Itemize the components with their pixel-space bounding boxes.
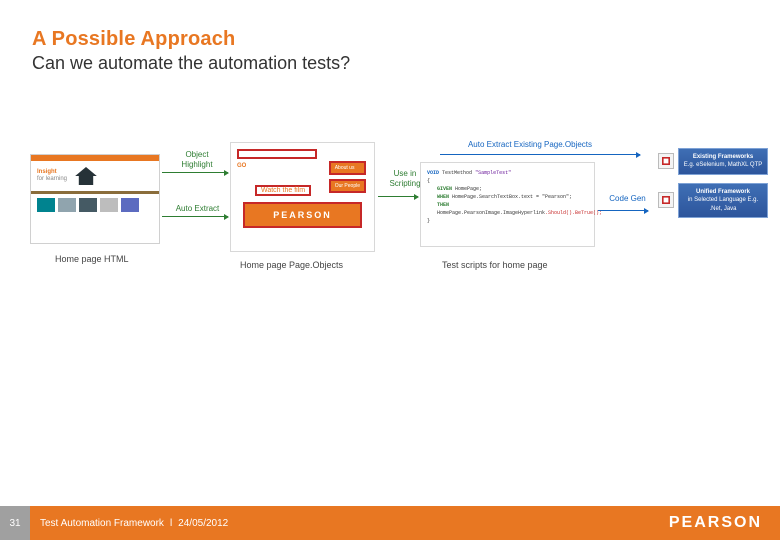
image-placeholder-icon bbox=[658, 192, 674, 208]
watch-film-link: Watch the film bbox=[255, 185, 311, 196]
existing-sub: E.g. eSelenium, MathXL QTP bbox=[682, 161, 764, 169]
right-buttons: About us Our People bbox=[329, 161, 366, 193]
panel2-caption: Home page Page.Objects bbox=[240, 260, 343, 270]
existing-frameworks-box: Existing Frameworks E.g. eSelenium, Math… bbox=[678, 148, 768, 175]
unified-sub: in Selected Language E.g. .Net, Java bbox=[682, 196, 764, 213]
label-auto-extract-existing: Auto Extract Existing Page.Objects bbox=[460, 140, 600, 150]
kw-given: GIVEN bbox=[437, 186, 452, 192]
search-box-highlight bbox=[237, 149, 317, 159]
l3-m1: .Should() bbox=[545, 210, 572, 216]
existing-frameworks-row: Existing Frameworks E.g. eSelenium, Math… bbox=[658, 148, 768, 175]
arrow-object-highlight bbox=[162, 172, 228, 173]
test-script-panel: VOID TestMethod "SampleTest" { GIVEN Hom… bbox=[420, 162, 595, 247]
panel3-caption: Test scripts for home page bbox=[442, 260, 548, 270]
footer-bar: 31 Test Automation Framework l 24/05/201… bbox=[0, 506, 780, 540]
thumb-5 bbox=[121, 198, 139, 212]
kw-then: THEN bbox=[437, 202, 449, 208]
title-block: A Possible Approach Can we automate the … bbox=[0, 0, 780, 74]
label-auto-extract: Auto Extract bbox=[170, 204, 225, 214]
existing-title: Existing Frameworks bbox=[682, 153, 764, 161]
l2-rest: HomePage.SearchTextBox.text = "Pearson"; bbox=[449, 194, 572, 200]
pearson-logo-block: PEARSON bbox=[243, 202, 362, 228]
label-object-highlight: Object Highlight bbox=[172, 150, 222, 169]
footer-text: Test Automation Framework bbox=[40, 518, 164, 529]
code-signature: VOID TestMethod "SampleTest" bbox=[427, 169, 588, 177]
kw-when: WHEN bbox=[437, 194, 449, 200]
slide-title: A Possible Approach bbox=[32, 28, 748, 51]
brand-line2: for learning bbox=[37, 176, 67, 183]
arrow-code-gen bbox=[598, 210, 648, 211]
l3-mid: HomePage.PearsonImage.ImageHyperlink bbox=[437, 210, 545, 216]
label-use-in-scripting: Use in Scripting bbox=[385, 169, 425, 188]
frameworks-column: Existing Frameworks E.g. eSelenium, Math… bbox=[658, 148, 768, 218]
page-objects-panel: GO About us Our People Watch the film PE… bbox=[230, 142, 375, 252]
code-line-2: WHEN HomePage.SearchTextBox.text = "Pear… bbox=[427, 193, 588, 201]
label-code-gen: Code Gen bbox=[605, 194, 650, 204]
thumbnail-brand: Insight for learning bbox=[37, 169, 67, 182]
method-name: TestMethod bbox=[442, 170, 472, 176]
arrow-auto-extract-existing bbox=[440, 154, 640, 155]
unified-framework-box: Unified Framework in Selected Language E… bbox=[678, 183, 768, 218]
arrow-auto-extract bbox=[162, 216, 228, 217]
thumbnail-brand-row: Insight for learning bbox=[31, 161, 159, 187]
unified-framework-row: Unified Framework in Selected Language E… bbox=[658, 183, 768, 218]
method-arg: "SampleTest" bbox=[475, 170, 511, 176]
thumb-3 bbox=[79, 198, 97, 212]
code-line-1: GIVEN HomePage; bbox=[427, 185, 588, 193]
footer-date: 24/05/2012 bbox=[178, 518, 228, 529]
page-number: 31 bbox=[0, 506, 30, 540]
home-page-thumbnail: Insight for learning bbox=[30, 154, 160, 244]
house-icon bbox=[75, 167, 97, 185]
image-placeholder-icon bbox=[658, 153, 674, 169]
thumb-4 bbox=[100, 198, 118, 212]
l1-rest: HomePage; bbox=[452, 186, 482, 192]
thumbnail-divider bbox=[31, 191, 159, 194]
footer-left: 31 Test Automation Framework l 24/05/201… bbox=[0, 506, 228, 540]
pearson-brand-logo: PEARSON bbox=[669, 514, 762, 532]
thumb-2 bbox=[58, 198, 76, 212]
code-line-3: THEN HomePage.PearsonImage.ImageHyperlin… bbox=[427, 201, 588, 217]
thumb-1 bbox=[37, 198, 55, 212]
slide-subtitle: Can we automate the automation tests? bbox=[32, 53, 748, 74]
panel1-caption: Home page HTML bbox=[55, 254, 129, 264]
brace-close: } bbox=[427, 218, 430, 224]
about-us-button: About us bbox=[329, 161, 366, 175]
our-people-button: Our People bbox=[329, 179, 366, 193]
diagram: Insight for learning Home page HTML Obje… bbox=[0, 134, 780, 354]
kw-void: VOID bbox=[427, 170, 439, 176]
unified-title: Unified Framework bbox=[682, 188, 764, 196]
brand-line1: Insight bbox=[37, 169, 67, 176]
brace-open: { bbox=[427, 178, 430, 184]
arrow-use-in-scripting bbox=[378, 196, 418, 197]
thumbnail-images-row bbox=[31, 198, 159, 212]
footer-sep: l bbox=[170, 518, 172, 529]
